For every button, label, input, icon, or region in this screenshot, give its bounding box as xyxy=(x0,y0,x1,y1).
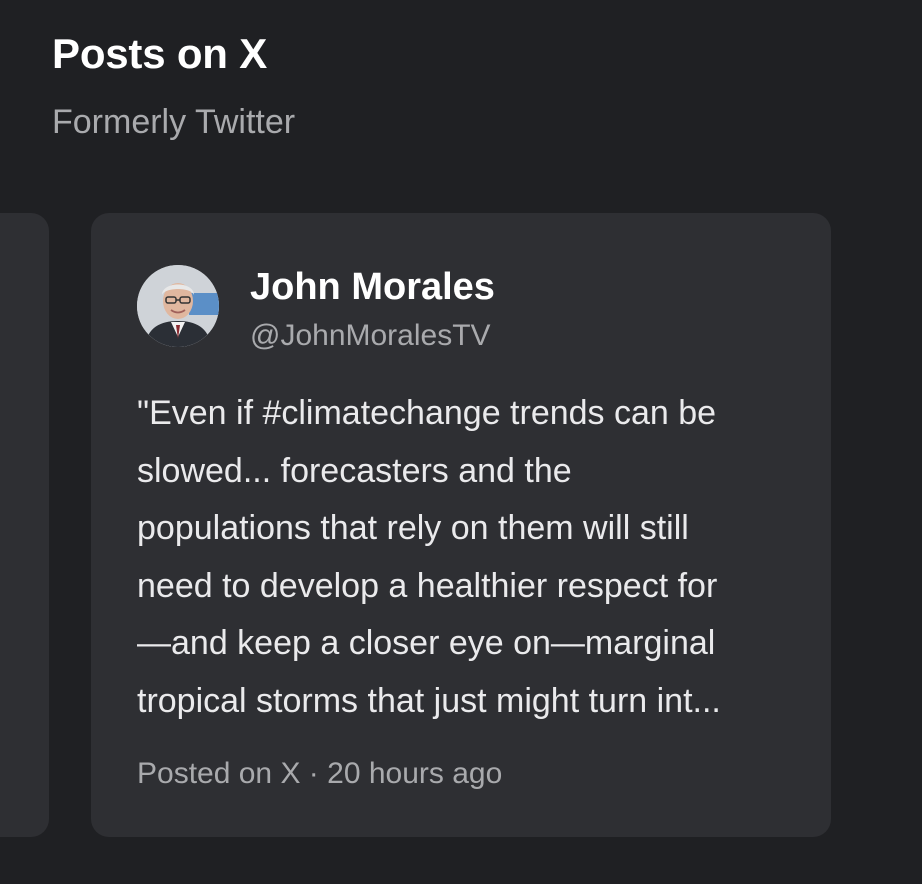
profile-photo-icon xyxy=(137,265,219,347)
author-handle[interactable]: @JohnMoralesTV xyxy=(250,319,491,353)
post-source: Posted on X xyxy=(137,757,301,790)
post-text-line: slowed... forecasters and the xyxy=(137,451,572,490)
author-avatar[interactable] xyxy=(137,265,219,347)
post-text-line: "Even if #climatechange trends can be xyxy=(137,394,717,432)
post-text-line: need to develop a healthier respect for xyxy=(137,566,718,605)
post-text-line: populations that rely on them will still xyxy=(137,509,689,547)
post-text-line: —and keep a closer eye on—marginal xyxy=(137,624,716,662)
meta-separator: · xyxy=(308,757,319,790)
section-title: Posts on X xyxy=(52,30,268,77)
posts-on-x-section: Posts on X Formerly Twitter John Morales… xyxy=(0,0,922,884)
section-subtitle: Formerly Twitter xyxy=(52,103,296,141)
post-meta: Posted on X · 20 hours ago xyxy=(137,757,502,791)
previous-post-card[interactable] xyxy=(0,213,49,837)
post-time: 20 hours ago xyxy=(327,757,503,790)
post-text[interactable]: "Even if #climatechange trends can be sl… xyxy=(137,385,801,730)
post-card[interactable]: John Morales @JohnMoralesTV "Even if #cl… xyxy=(91,213,831,837)
author-name[interactable]: John Morales xyxy=(250,266,495,309)
post-text-line: tropical storms that just might turn int… xyxy=(137,681,721,720)
